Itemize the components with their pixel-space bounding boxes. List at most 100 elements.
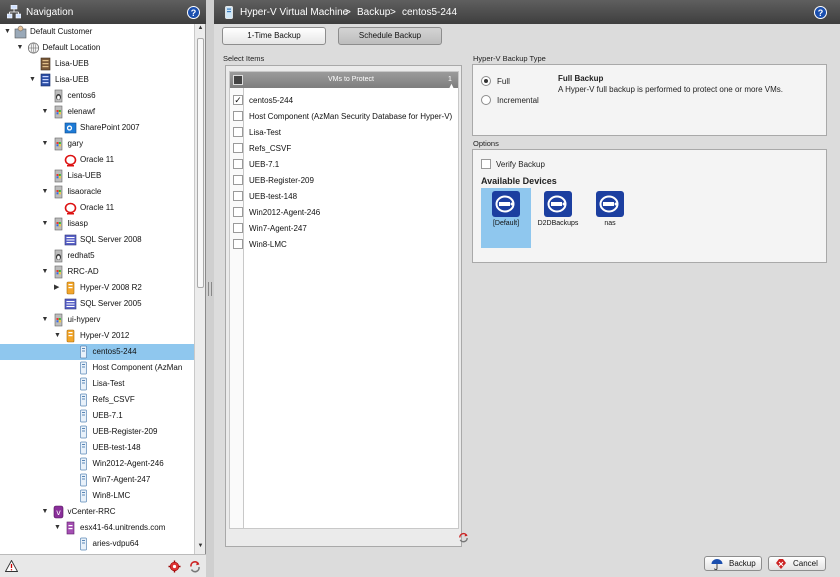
- scroll-up-arrow-icon[interactable]: ▲: [196, 25, 205, 35]
- tree-item[interactable]: ▼ ui-hyperv: [0, 312, 194, 328]
- vm-row[interactable]: UEB-Register-209: [230, 172, 458, 188]
- vm-checkbox[interactable]: [233, 143, 243, 153]
- device-default[interactable]: [Default]: [481, 188, 531, 248]
- expand-arrow-open-icon[interactable]: ▼: [54, 332, 62, 340]
- tree-item[interactable]: ▼ RRC-AD: [0, 264, 194, 280]
- tree-item[interactable]: ▼ Default Location: [0, 40, 194, 56]
- vm-row[interactable]: Win2012-Agent-246: [230, 204, 458, 220]
- expand-arrow-closed-icon[interactable]: ▶: [54, 284, 62, 292]
- vm-row[interactable]: Refs_CSVF: [230, 140, 458, 156]
- vm-checkbox[interactable]: [233, 175, 243, 185]
- radio-incremental[interactable]: [481, 95, 491, 105]
- expand-arrow-open-icon[interactable]: ▼: [54, 524, 62, 532]
- column-header-vms-to-protect[interactable]: VMs to Protect: [328, 76, 374, 83]
- tree-item-label: SQL Server 2005: [80, 299, 142, 308]
- scroll-down-arrow-icon[interactable]: ▼: [196, 543, 205, 553]
- vm-row[interactable]: UEB-test-148: [230, 188, 458, 204]
- tree-item[interactable]: ▼ lisasp: [0, 216, 194, 232]
- tree-item[interactable]: ▼ Default Customer: [0, 24, 194, 40]
- radio-incremental-label[interactable]: Incremental: [497, 96, 539, 105]
- tree-item[interactable]: aries-vdpu64: [0, 536, 194, 552]
- tree-item[interactable]: SharePoint 2007: [0, 120, 194, 136]
- cancel-button[interactable]: Cancel: [768, 556, 826, 571]
- vm-row[interactable]: ✓ centos5-244: [230, 92, 458, 108]
- expand-arrow-open-icon[interactable]: ▼: [42, 140, 50, 148]
- vm-name: Refs_CSVF: [249, 144, 292, 153]
- tree-item[interactable]: centos5-244: [0, 344, 194, 360]
- vm-grid-scrollbar[interactable]: [458, 88, 459, 529]
- select-all-checkbox[interactable]: [233, 75, 243, 85]
- tree-item[interactable]: ▶ Hyper-V 2008 R2: [0, 280, 194, 296]
- vm-checkbox[interactable]: [233, 207, 243, 217]
- main-help-button[interactable]: ?: [814, 6, 827, 19]
- navigation-header: Navigation ?: [0, 0, 206, 24]
- vm-row[interactable]: UEB-7.1: [230, 156, 458, 172]
- tree-item[interactable]: Oracle 11: [0, 200, 194, 216]
- vm-icon: [77, 425, 90, 439]
- alert-warning-icon[interactable]: [5, 560, 18, 572]
- navigation-help-button[interactable]: ?: [187, 6, 200, 19]
- tree-item[interactable]: SQL Server 2008: [0, 232, 194, 248]
- tree-item[interactable]: Host Component (AzMan: [0, 360, 194, 376]
- refresh-icon[interactable]: [189, 560, 201, 573]
- navigation-scrollbar[interactable]: ▲ ▼: [194, 24, 205, 554]
- device-label: [Default]: [492, 220, 520, 227]
- tree-item[interactable]: Lisa-UEB: [0, 168, 194, 184]
- expand-arrow-open-icon[interactable]: ▼: [42, 220, 50, 228]
- backup-button[interactable]: Backup: [704, 556, 762, 571]
- tree-item[interactable]: Win8-LMC: [0, 488, 194, 504]
- expand-arrow-open-icon[interactable]: ▼: [42, 268, 50, 276]
- panel-splitter[interactable]: [206, 0, 214, 577]
- device-nas[interactable]: nas: [585, 188, 635, 248]
- radio-full[interactable]: [481, 76, 491, 86]
- expand-arrow-open-icon[interactable]: ▼: [4, 28, 12, 36]
- device-d2dbackups[interactable]: D2DBackups: [533, 188, 583, 248]
- tree-item[interactable]: ▼ Hyper-V 2012: [0, 328, 194, 344]
- tree-item[interactable]: UEB-Register-209: [0, 424, 194, 440]
- radio-full-label[interactable]: Full: [497, 77, 510, 86]
- expand-arrow-open-icon[interactable]: ▼: [29, 76, 37, 84]
- vm-row[interactable]: Host Component (AzMan Security Database …: [230, 108, 458, 124]
- expand-arrow-open-icon[interactable]: ▼: [42, 108, 50, 116]
- tree-item[interactable]: Refs_CSVF: [0, 392, 194, 408]
- vm-list-refresh-icon[interactable]: [458, 532, 469, 543]
- tree-item[interactable]: ▼ Lisa-UEB: [0, 72, 194, 88]
- tab-schedule-backup[interactable]: Schedule Backup: [338, 27, 442, 45]
- tree-item[interactable]: Lisa-Test: [0, 376, 194, 392]
- tree-item[interactable]: Oracle 11: [0, 152, 194, 168]
- settings-gear-icon[interactable]: [168, 560, 181, 573]
- tree-item[interactable]: ▼ v vCenter-RRC: [0, 504, 194, 520]
- tree-item[interactable]: SQL Server 2005: [0, 296, 194, 312]
- vm-grid-header: VMs to Protect 1 ▲: [230, 72, 458, 90]
- tree-item[interactable]: centos6: [0, 88, 194, 104]
- tab-one-time-backup[interactable]: 1-Time Backup: [222, 27, 326, 45]
- tree-item[interactable]: Win2012-Agent-246: [0, 456, 194, 472]
- expand-arrow-open-icon[interactable]: ▼: [17, 44, 25, 52]
- expand-arrow-open-icon[interactable]: ▼: [42, 508, 50, 516]
- vm-row[interactable]: Lisa-Test: [230, 124, 458, 140]
- expand-arrow-open-icon[interactable]: ▼: [42, 188, 50, 196]
- tree-item[interactable]: UEB-7.1: [0, 408, 194, 424]
- tree-item[interactable]: redhat5: [0, 248, 194, 264]
- vm-row[interactable]: Win7-Agent-247: [230, 220, 458, 236]
- verify-backup-label[interactable]: Verify Backup: [496, 160, 545, 169]
- vm-checkbox[interactable]: [233, 223, 243, 233]
- vm-checkbox[interactable]: [233, 111, 243, 121]
- tree-item[interactable]: Lisa-UEB: [0, 56, 194, 72]
- vm-checkbox[interactable]: [233, 191, 243, 201]
- vm-checkbox[interactable]: [233, 127, 243, 137]
- vm-checkbox[interactable]: ✓: [233, 95, 243, 105]
- vm-checkbox[interactable]: [233, 239, 243, 249]
- tree-item[interactable]: ▼ elenawf: [0, 104, 194, 120]
- tree-item[interactable]: UEB-test-148: [0, 440, 194, 456]
- tree-item[interactable]: ▼ gary: [0, 136, 194, 152]
- tree-item[interactable]: Win7-Agent-247: [0, 472, 194, 488]
- expand-arrow-open-icon[interactable]: ▼: [42, 316, 50, 324]
- splitter-grip[interactable]: [208, 282, 212, 296]
- verify-backup-checkbox[interactable]: [481, 159, 491, 169]
- tree-item[interactable]: ▼ esx41-64.unitrends.com: [0, 520, 194, 536]
- vm-checkbox[interactable]: [233, 159, 243, 169]
- vm-row[interactable]: Win8-LMC: [230, 236, 458, 252]
- tree-item[interactable]: ▼ lisaoracle: [0, 184, 194, 200]
- navigation-scrollbar-thumb[interactable]: [197, 38, 204, 288]
